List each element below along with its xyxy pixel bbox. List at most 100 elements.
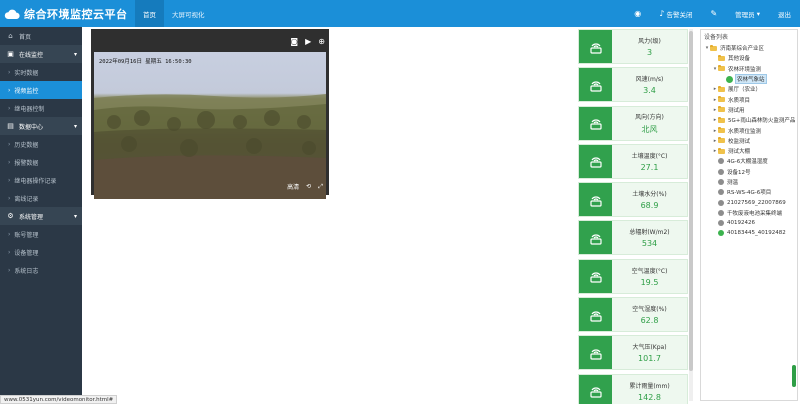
scrollbar-thumb[interactable] <box>792 365 796 387</box>
sidebar-group-online[interactable]: ▣ 在线监控 ▾ <box>0 45 82 63</box>
wifi-sensor-icon <box>589 234 602 245</box>
tree-node[interactable]: ▸ 水质项位监测 <box>701 125 797 135</box>
sensor-card[interactable]: 风力(级) 3 <box>578 29 688 64</box>
sidebar-item-label: 首页 <box>19 33 32 41</box>
tree-node-label: 5G+雨山森林防火监测产品 <box>728 118 796 125</box>
tree-node[interactable]: 设备12号 <box>701 167 797 177</box>
logout-button[interactable]: 退出 <box>769 9 800 19</box>
tree-node[interactable]: 其他设备 <box>701 53 797 63</box>
sensor-icon-box <box>579 106 612 140</box>
quality-selector[interactable]: 高清 <box>287 182 299 191</box>
sensor-label: 风力(级) <box>638 38 661 45</box>
wifi-sensor-icon <box>589 387 602 398</box>
sidebar-group-data-center[interactable]: ▤ 数据中心 ▾ <box>0 117 82 135</box>
scrollbar-thumb[interactable] <box>689 31 693 371</box>
sidebar-item-account[interactable]: › 账号管理 <box>0 225 82 243</box>
wifi-sensor-icon <box>589 196 602 207</box>
sidebar-group-system[interactable]: ⚙ 系统管理 ▾ <box>0 207 82 225</box>
zoom-in-icon[interactable]: ⊕ <box>318 37 325 46</box>
tree-node[interactable]: ▸ 水质项目 <box>701 94 797 104</box>
chevron-down-icon: ▾ <box>756 9 760 18</box>
sidebar-item-video[interactable]: › 视频监控 <box>0 81 82 99</box>
sidebar-item-relay[interactable]: › 继电器控制 <box>0 99 82 117</box>
sensor-card[interactable]: 总辐射(W/m2) 534 <box>578 220 688 256</box>
tab-home[interactable]: 首页 <box>135 0 164 27</box>
sensor-card[interactable]: 空气温度(°C) 19.5 <box>578 258 688 294</box>
device-list-panel: 设备列表 ▾ 济南某综合产业区 其他设备 ▾ 农林环境监测 农林气象站 ▸ 展厅（农业） ▸ 水质… <box>700 29 798 401</box>
sensor-card[interactable]: 累计雨量(mm) 142.8 <box>578 373 688 404</box>
edit-profile-button[interactable]: ✎ <box>701 9 726 18</box>
sidebar-item-alarm-data[interactable]: › 报警数据 <box>0 153 82 171</box>
tree-node[interactable]: 40192426 <box>701 218 797 228</box>
chevron-right-icon: › <box>8 248 11 256</box>
tree-node[interactable]: ▸ 测试用 <box>701 105 797 115</box>
cloud-icon <box>4 9 20 19</box>
sensor-card[interactable]: 空气湿度(%) 62.8 <box>578 297 688 333</box>
folder-icon <box>718 116 725 123</box>
wifi-sensor-icon <box>589 119 602 130</box>
sensor-card[interactable]: 土壤温度(°C) 27.1 <box>578 143 688 179</box>
wifi-sensor-icon <box>589 272 602 283</box>
video-player[interactable]: ◙ ▶ ⊕ 2022年09月16日 星期五 16:50:30 高清 ⟲ ⤢ <box>91 29 329 199</box>
fullscreen-icon[interactable]: ⤢ <box>318 183 323 191</box>
sidebar-item-realtime[interactable]: › 实时数据 <box>0 63 82 81</box>
device-scrollbar[interactable] <box>792 330 796 390</box>
tree-node[interactable]: ▸ 展厅（农业） <box>701 84 797 94</box>
sidebar-item-label: 视频监控 <box>14 87 39 95</box>
tree-node[interactable]: ▾ 农林环境监测 <box>701 64 797 74</box>
sidebar-item-label: 系统日志 <box>14 267 39 275</box>
sensor-label: 风速(m/s) <box>635 76 664 84</box>
sensor-card[interactable]: 大气压(Kpa) 101.7 <box>578 335 688 371</box>
sidebar-item-label: 继电器操作记录 <box>14 177 57 185</box>
sensor-card[interactable]: 风速(m/s) 3.4 <box>578 67 688 103</box>
wifi-sensor-icon <box>589 42 602 54</box>
sensor-card[interactable]: 风向(方向) 北风 <box>578 105 688 141</box>
device-status-icon <box>718 158 724 165</box>
video-timestamp: 2022年09月16日 星期五 16:50:30 <box>99 59 192 65</box>
tree-node-label: 其他设备 <box>728 56 751 63</box>
tree-node-label: RS-WS-4G-6项目 <box>727 190 772 197</box>
sensor-value: 北风 <box>641 124 658 134</box>
sensor-label: 累计雨量(mm) <box>629 382 670 390</box>
sidebar-item-history[interactable]: › 历史数据 <box>0 135 82 153</box>
tree-node[interactable]: ▸ 5G+雨山森林防火监测产品 <box>701 115 797 125</box>
sidebar-item-relay-log[interactable]: › 继电器操作记录 <box>0 171 82 189</box>
sensor-scrollbar[interactable] <box>689 29 693 401</box>
tree-node[interactable]: 千牧废液电池采集终端 <box>701 208 797 218</box>
sensor-card[interactable]: 土壤水分(%) 68.9 <box>578 182 688 218</box>
sidebar-item-device-mgmt[interactable]: › 设备管理 <box>0 243 82 261</box>
tree-node[interactable]: 21027569_22007869 <box>701 197 797 207</box>
tree-node[interactable]: ▸ 校监测试 <box>701 136 797 146</box>
sidebar-item-offline-log[interactable]: › 离线记录 <box>0 189 82 207</box>
wifi-sensor-icon <box>589 311 602 322</box>
camera-icon[interactable]: ◙ <box>290 37 298 46</box>
sensor-label: 空气温度(°C) <box>631 267 668 275</box>
tree-node[interactable]: RS-WS-4G-6项目 <box>701 187 797 197</box>
tree-node[interactable]: 测温 <box>701 177 797 187</box>
sidebar-item-syslog[interactable]: › 系统日志 <box>0 261 82 279</box>
tree-node-label: 千牧废液电池采集终端 <box>727 210 783 217</box>
tree-node[interactable]: 40183445_40192482 <box>701 228 797 238</box>
sidebar-item-home[interactable]: ⌂ 首页 <box>0 27 82 45</box>
app-logo[interactable]: 综合环境监控云平台 <box>0 6 135 22</box>
gear-icon: ⚙ <box>7 212 14 220</box>
tree-node[interactable]: ▸ 测试大棚 <box>701 146 797 156</box>
sensor-value: 142.8 <box>638 392 661 402</box>
device-tree: ▾ 济南某综合产业区 其他设备 ▾ 农林环境监测 农林气象站 ▸ 展厅（农业） ▸ 水质项目 ▸ 测试… <box>701 43 797 239</box>
chevron-right-icon: › <box>8 194 11 202</box>
tree-node[interactable]: 4G-6大棚温湿度 <box>701 156 797 166</box>
alarm-toggle[interactable]: ♪ 告警关闭 <box>650 9 701 19</box>
replay-icon[interactable]: ⟲ <box>306 183 311 190</box>
tab-big-screen[interactable]: 大屏可视化 <box>164 0 213 27</box>
sidebar-item-label: 账号管理 <box>14 231 39 239</box>
folder-icon <box>718 96 725 103</box>
video-camera-icon[interactable]: ▶ <box>305 37 311 46</box>
sensor-icon-box <box>579 336 612 370</box>
database-icon: ▤ <box>7 122 14 130</box>
eye-toggle[interactable]: ◉ <box>625 9 650 18</box>
user-menu[interactable]: 管理员 ▾ <box>726 9 769 19</box>
sensor-icon-box <box>579 221 612 255</box>
chevron-right-icon: › <box>8 230 11 238</box>
tree-node[interactable]: ▾ 济南某综合产业区 <box>701 43 797 53</box>
tree-node[interactable]: 农林气象站 <box>701 74 797 85</box>
